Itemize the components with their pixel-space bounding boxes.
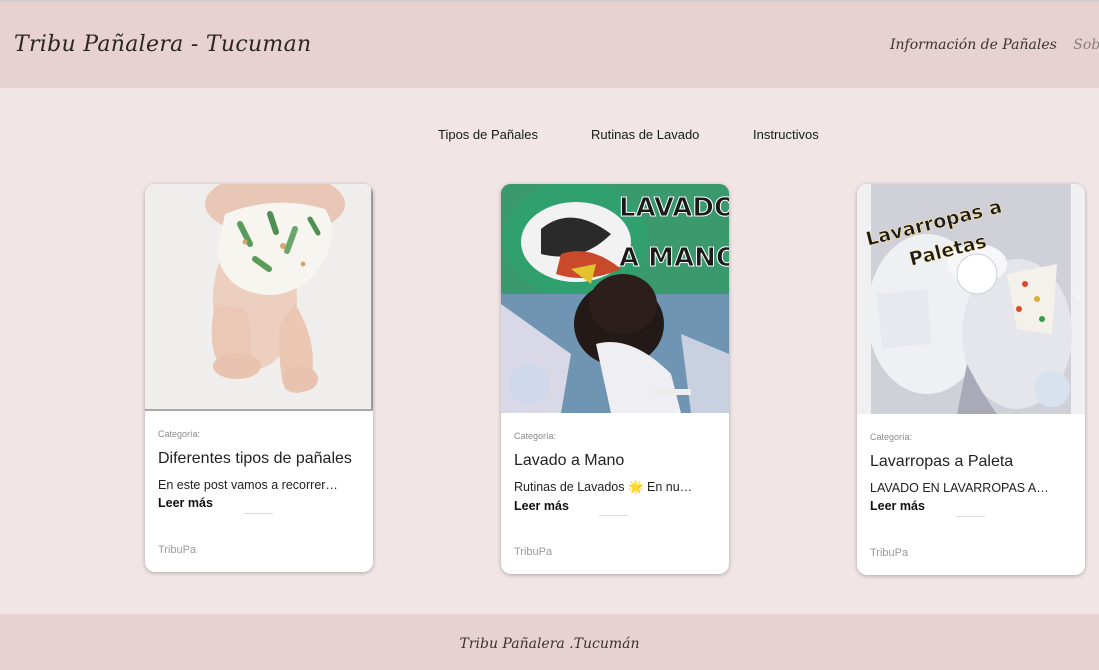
- read-more-link[interactable]: Leer más: [514, 499, 569, 513]
- post-category: Categoría:: [158, 429, 201, 439]
- site-header: Tribu Pañalera - Tucuman Información de …: [0, 2, 1099, 88]
- post-author[interactable]: TribuPa: [514, 546, 552, 558]
- post-card[interactable]: LAVADO A MANO Categoría: Lavado a Mano R…: [501, 184, 729, 574]
- footer-title: Tribu Pañalera .Tucumán: [459, 636, 640, 652]
- nav-item-sobre[interactable]: Sobre N: [1073, 37, 1099, 53]
- post-excerpt: LAVADO EN LAVARROPAS A…: [870, 481, 1049, 495]
- post-author[interactable]: TribuPa: [870, 547, 908, 559]
- subnav-instructivos[interactable]: Instructivos: [753, 127, 819, 142]
- nav-item-informacion[interactable]: Información de Pañales: [890, 37, 1057, 53]
- image-caption-mano: A MANO: [619, 243, 729, 273]
- post-card[interactable]: Categoría: Diferentes tipos de pañales E…: [145, 184, 373, 572]
- post-image[interactable]: LAVADO A MANO: [501, 184, 729, 413]
- divider: [955, 516, 985, 517]
- post-category: Categoría:: [870, 432, 913, 442]
- post-title[interactable]: Lavado a Mano: [514, 452, 717, 470]
- post-body: Categoría: Lavarropas a Paleta LAVADO EN…: [870, 432, 1073, 515]
- top-nav: Información de Pañales Sobre N: [890, 37, 1099, 53]
- post-excerpt: Rutinas de Lavados 🌟 En nu…: [514, 480, 693, 494]
- divider: [243, 513, 273, 514]
- chevron-right-icon[interactable]: ›: [1077, 292, 1080, 303]
- post-category: Categoría:: [514, 431, 557, 441]
- post-image[interactable]: Lavarropas a Paletas: [857, 184, 1085, 414]
- site-footer: Tribu Pañalera .Tucumán: [0, 614, 1099, 670]
- post-body: Categoría: Diferentes tipos de pañales E…: [158, 429, 361, 512]
- post-excerpt: En este post vamos a recorrer…: [158, 478, 338, 492]
- post-image[interactable]: [145, 184, 373, 411]
- post-card[interactable]: Lavarropas a Paletas › Categoría: Lavarr…: [857, 184, 1085, 575]
- site-title[interactable]: Tribu Pañalera - Tucuman: [14, 32, 311, 57]
- post-author[interactable]: TribuPa: [158, 544, 196, 556]
- post-title[interactable]: Lavarropas a Paleta: [870, 453, 1073, 471]
- post-title[interactable]: Diferentes tipos de pañales: [158, 450, 361, 468]
- read-more-link[interactable]: Leer más: [158, 496, 213, 510]
- read-more-link[interactable]: Leer más: [870, 499, 925, 513]
- post-body: Categoría: Lavado a Mano Rutinas de Lava…: [514, 431, 717, 515]
- image-caption-lavado: LAVADO: [619, 193, 729, 223]
- subnav-rutinas[interactable]: Rutinas de Lavado: [591, 127, 699, 142]
- subnav-tipos[interactable]: Tipos de Pañales: [438, 127, 538, 142]
- category-subnav: Tipos de Pañales Rutinas de Lavado Instr…: [0, 127, 1099, 147]
- divider: [599, 515, 629, 516]
